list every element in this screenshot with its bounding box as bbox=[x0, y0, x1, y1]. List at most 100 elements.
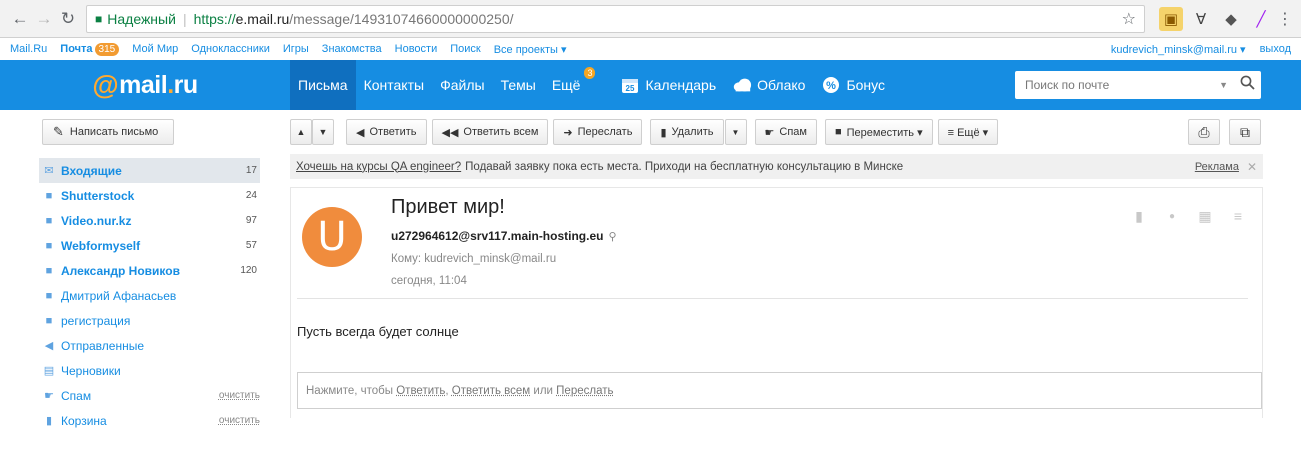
folder-spam[interactable]: ☛ Спам очистить bbox=[42, 383, 260, 408]
extension-icon-4[interactable]: ╱ bbox=[1249, 7, 1273, 31]
search-icon[interactable]: ⚲ bbox=[608, 230, 616, 243]
mail-search-input[interactable] bbox=[1025, 78, 1214, 92]
browser-menu-icon[interactable]: ⋮ bbox=[1277, 9, 1293, 29]
search-options-caret-icon[interactable]: ▼ bbox=[1219, 80, 1228, 90]
move-label: Переместить ▾ bbox=[846, 126, 923, 139]
folder-webformyself[interactable]: ■ Webformyself 57 bbox=[42, 233, 260, 258]
address-bar[interactable]: ■ Надежный | https:// e.mail.ru /message… bbox=[86, 4, 1145, 33]
message-header: U Привет мир! u272964612@srv117.main-hos… bbox=[297, 188, 1248, 299]
folder-name: Александр Новиков bbox=[61, 263, 180, 278]
tab-calendar[interactable]: 25 Календарь bbox=[612, 60, 724, 110]
user-email-menu[interactable]: kudrevich_minsk@mail.ru ▾ bbox=[1111, 43, 1246, 56]
bookmark-icon[interactable]: ▮ bbox=[1129, 208, 1149, 226]
folder-icon: ■ bbox=[45, 314, 53, 327]
more-badge: 3 bbox=[584, 67, 596, 79]
next-message-button[interactable]: ▼ bbox=[312, 119, 334, 145]
portal-link-mail-label: Почта bbox=[60, 43, 93, 55]
clear-trash-link[interactable]: очистить bbox=[219, 415, 260, 426]
compose-label: Написать письмо bbox=[69, 126, 159, 138]
ad-label-link[interactable]: Реклама bbox=[1195, 161, 1239, 173]
more-actions-button[interactable]: ≡ Ещё ▾ bbox=[937, 119, 999, 145]
extension-icon-3[interactable]: ◆ bbox=[1219, 7, 1243, 31]
quick-forward-link[interactable]: Переслать bbox=[556, 385, 613, 397]
extension-icon-1[interactable]: ▣ bbox=[1159, 6, 1183, 31]
folder-count: 57 bbox=[245, 240, 257, 251]
folder-name: Входящие bbox=[61, 163, 122, 178]
reply-all-icon: ◀◀ bbox=[441, 126, 459, 139]
message-to: Кому: kudrevich_minsk@mail.ru bbox=[391, 253, 557, 265]
folder-drafts[interactable]: ▤ Черновики bbox=[42, 358, 260, 383]
quick-reply-box[interactable]: Нажмите, чтобы Ответить, Ответить всем и… bbox=[297, 372, 1262, 409]
reply-prompt-comma: , bbox=[445, 384, 449, 397]
spam-button[interactable]: ☛ Спам bbox=[754, 119, 817, 145]
forward-icon[interactable]: → bbox=[32, 7, 56, 31]
mailru-logo[interactable]: @ mail. ru bbox=[0, 70, 290, 101]
extension-icon-2[interactable]: ∀ bbox=[1189, 7, 1213, 31]
secure-label: Надежный bbox=[107, 10, 176, 27]
portal-link-news[interactable]: Новости bbox=[395, 43, 438, 55]
prev-message-button[interactable]: ▲ bbox=[290, 119, 312, 145]
folder-registration[interactable]: ■ регистрация bbox=[42, 308, 260, 333]
mail-count-badge: 315 bbox=[94, 42, 120, 56]
sent-arrow-icon: ◀ bbox=[44, 340, 54, 352]
portal-link-search[interactable]: Поиск bbox=[450, 43, 480, 55]
reply-button[interactable]: ◀ Ответить bbox=[346, 119, 427, 145]
quick-reply-link[interactable]: Ответить bbox=[396, 385, 445, 397]
tab-files[interactable]: Файлы bbox=[432, 60, 492, 110]
forward-button[interactable]: ➜ Переслать bbox=[553, 119, 643, 145]
folder-afanasyev[interactable]: ■ Дмитрий Афанасьев bbox=[42, 283, 260, 308]
close-icon[interactable]: ✕ bbox=[1247, 160, 1257, 174]
portal-link-mailru[interactable]: Mail.Ru bbox=[10, 43, 47, 55]
reply-all-button[interactable]: ◀◀ Ответить всем bbox=[431, 119, 549, 145]
message-meta: Привет мир! u272964612@srv117.main-hosti… bbox=[391, 188, 617, 298]
move-button[interactable]: ■ Переместить ▾ bbox=[824, 119, 933, 145]
more-actions-label: ≡ Ещё ▾ bbox=[947, 126, 989, 139]
tab-more[interactable]: Ещё 3 bbox=[544, 60, 597, 110]
print-button[interactable]: ⎙ bbox=[1188, 119, 1220, 145]
message-actions: ▮ ● ▦ ≡ bbox=[1116, 208, 1248, 226]
tab-letters[interactable]: Письма bbox=[290, 60, 356, 110]
delete-options-button[interactable]: ▼ bbox=[724, 119, 747, 145]
back-icon[interactable]: ← bbox=[8, 7, 32, 31]
clear-spam-link[interactable]: очистить bbox=[219, 390, 260, 401]
open-window-button[interactable]: ⧉ bbox=[1229, 119, 1261, 145]
bookmark-star-icon[interactable]: ☆ bbox=[1122, 9, 1136, 29]
folder-shutterstock[interactable]: ■ Shutterstock 24 bbox=[42, 183, 260, 208]
folder-sent[interactable]: ◀ Отправленные bbox=[42, 333, 260, 358]
spam-icon: ☛ bbox=[44, 390, 54, 402]
folder-inbox[interactable]: ✉ Входящие 17 bbox=[39, 158, 260, 183]
tab-cloud[interactable]: Облако bbox=[724, 60, 813, 110]
search-icon[interactable] bbox=[1240, 75, 1255, 95]
avatar: U bbox=[302, 207, 362, 267]
portal-link-dating[interactable]: Знакомства bbox=[322, 43, 382, 55]
logout-link[interactable]: выход bbox=[1260, 43, 1291, 55]
menu-icon[interactable]: ≡ bbox=[1228, 208, 1248, 226]
portal-link-all-projects[interactable]: Все проекты ▾ bbox=[494, 43, 567, 56]
reply-all-label: Ответить всем bbox=[463, 126, 539, 138]
compose-button[interactable]: ✎ Написать письмо bbox=[42, 119, 174, 145]
portal-link-ok[interactable]: Одноклассники bbox=[191, 43, 270, 55]
ad-link[interactable]: Хочешь на курсы QA engineer? bbox=[296, 161, 461, 173]
folder-count: 97 bbox=[245, 215, 257, 226]
portal-link-mymir[interactable]: Мой Мир bbox=[132, 43, 178, 55]
tab-themes[interactable]: Темы bbox=[493, 60, 544, 110]
message-from[interactable]: u272964612@srv117.main-hosting.eu ⚲ bbox=[391, 229, 617, 243]
lock-icon: ■ bbox=[95, 11, 103, 26]
delete-button[interactable]: ▮ Удалить bbox=[650, 119, 724, 145]
folder-video-nur[interactable]: ■ Video.nur.kz 97 bbox=[42, 208, 260, 233]
portal-link-mail[interactable]: Почта 315 bbox=[60, 42, 120, 56]
calendar-icon[interactable]: ▦ bbox=[1195, 208, 1215, 226]
forward-label: Переслать bbox=[577, 126, 633, 138]
ad-text: Подавай заявку пока есть места. Приходи … bbox=[465, 160, 904, 173]
url-path: /message/14931074660000000250/ bbox=[289, 10, 514, 27]
folder-trash[interactable]: ▮ Корзина очистить bbox=[42, 408, 260, 433]
portal-link-games[interactable]: Игры bbox=[283, 43, 309, 55]
reload-icon[interactable]: ↻ bbox=[56, 7, 80, 31]
quick-reply-all-link[interactable]: Ответить всем bbox=[452, 385, 530, 397]
folder-novikov[interactable]: ■ Александр Новиков 120 bbox=[42, 258, 260, 283]
folder-icon: ■ bbox=[45, 264, 53, 277]
trash-icon: ▮ bbox=[660, 126, 667, 139]
tab-bonus[interactable]: % Бонус bbox=[813, 60, 893, 110]
unread-dot-icon[interactable]: ● bbox=[1162, 208, 1182, 226]
tab-contacts[interactable]: Контакты bbox=[356, 60, 432, 110]
